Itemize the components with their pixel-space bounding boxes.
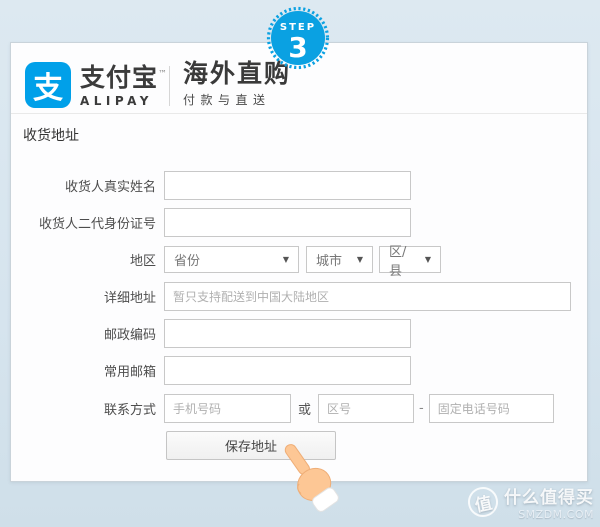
recipient-name-label: 收货人真实姓名 (64, 180, 156, 195)
row-id-number: 收货人二代身份证号 (11, 208, 587, 237)
recipient-name-input[interactable] (164, 171, 411, 200)
region-label: 地区 (129, 254, 156, 269)
row-region: 地区 省份 ▼ 城市 ▼ 区/县 ▼ (11, 245, 587, 279)
watermark: 值 什么值得买 SMZDM.COM (465, 483, 594, 521)
brand-name: 支付宝™ (80, 63, 169, 92)
row-postcode: 邮政编码 (11, 319, 587, 348)
address-form-card: 支 支付宝™ ALIPAY 海外直购 付款与直送 收货地址 收货人真实姓名 收货… (10, 42, 588, 512)
chevron-down-icon: ▼ (356, 255, 363, 264)
area-code-input[interactable] (318, 394, 415, 423)
save-address-button[interactable]: 保存地址 (166, 431, 336, 460)
row-email: 常用邮箱 (11, 356, 587, 385)
postcode-label: 邮政编码 (103, 328, 156, 343)
province-select-value: 省份 (174, 254, 201, 269)
or-text: 或 (298, 403, 312, 418)
email-label: 常用邮箱 (103, 365, 156, 380)
email-input[interactable] (164, 356, 411, 385)
row-address: 详细地址 (11, 282, 587, 311)
mobile-number-input[interactable] (164, 394, 291, 423)
landline-number-input[interactable] (428, 394, 554, 423)
brand-latin: ALIPAY (80, 93, 153, 108)
city-select-value: 城市 (316, 254, 343, 269)
id-number-label: 收货人二代身份证号 (38, 217, 156, 232)
id-number-input[interactable] (164, 208, 411, 237)
header-divider (11, 113, 587, 114)
step-3-badge-icon: STEP 3 (266, 6, 330, 70)
smzdm-logo-icon: 值 (465, 484, 501, 520)
contact-label: 联系方式 (103, 403, 156, 418)
trademark-symbol: ™ (158, 69, 169, 80)
address-label: 详细地址 (103, 291, 156, 306)
province-select[interactable]: 省份 ▼ (164, 246, 299, 273)
watermark-site-domain: SMZDM.COM (518, 508, 594, 521)
service-tagline: 付款与直送 (183, 93, 271, 107)
address-input[interactable] (164, 282, 571, 311)
header-vertical-divider (169, 66, 170, 106)
chevron-down-icon: ▼ (282, 255, 289, 264)
city-select[interactable]: 城市 ▼ (306, 246, 373, 273)
phone-separator: - (419, 401, 424, 416)
brand-block: 支付宝™ ALIPAY (80, 64, 168, 108)
watermark-text: 什么值得买 SMZDM.COM (504, 483, 594, 521)
row-contact: 联系方式 或 - (11, 394, 587, 423)
watermark-site-name: 什么值得买 (504, 488, 594, 508)
district-select-value: 区/县 (389, 244, 407, 279)
page: STEP 3 支 支付宝™ ALIPAY 海外直购 付款与直送 收货地址 收货人… (0, 0, 600, 527)
row-recipient-name: 收货人真实姓名 (11, 171, 587, 200)
postcode-input[interactable] (164, 319, 411, 348)
district-select[interactable]: 区/县 ▼ (379, 245, 441, 279)
step-badge-number: 3 (288, 31, 307, 64)
chevron-down-icon: ▼ (424, 255, 431, 264)
alipay-logo-glyph: 支 (33, 71, 63, 106)
alipay-logo-icon: 支 (25, 62, 71, 108)
section-title: 收货地址 (23, 128, 79, 144)
